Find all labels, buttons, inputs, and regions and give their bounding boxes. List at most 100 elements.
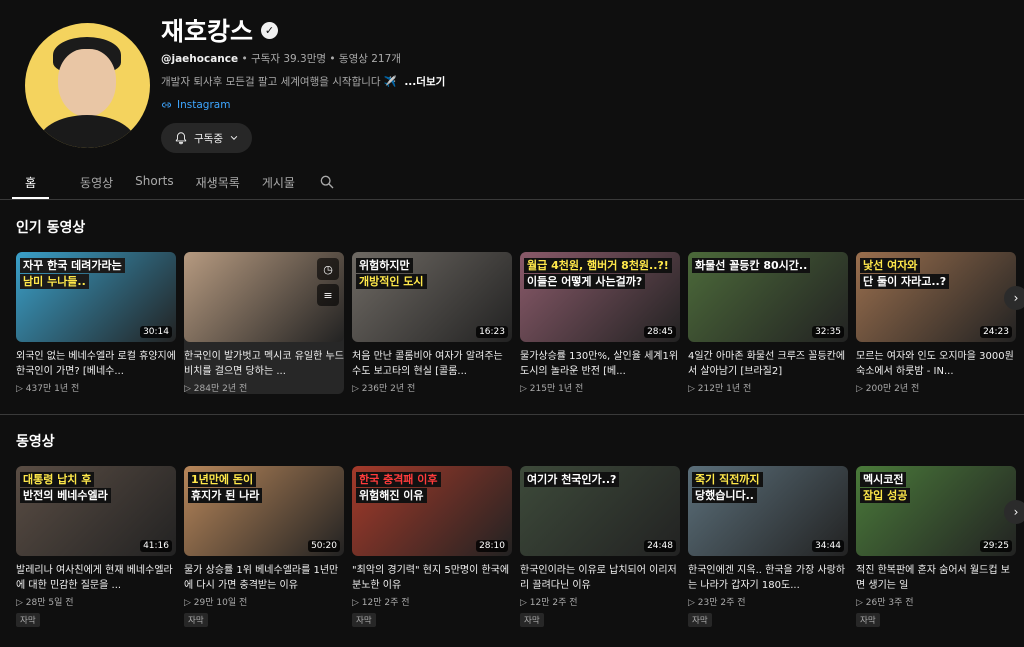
video-title[interactable]: 물가상승률 130만%, 살인율 세계1위 도시의 놀라운 반전 [베... <box>520 349 680 379</box>
duration-badge: 30:14 <box>140 326 172 338</box>
thumbnail-caption: 1년만에 돈이 <box>188 472 257 487</box>
video-meta: ▷ 12만 2주 전 <box>520 598 578 608</box>
video-card[interactable]: 자꾸 한국 데려가라는 남미 누나들.. 30:14 외국인 없는 베네수엘라 로컬 … <box>16 252 176 394</box>
avatar-shirt <box>37 115 137 148</box>
duration-badge: 50:20 <box>308 540 340 552</box>
meta-dot: • <box>329 53 339 65</box>
duration-badge: 41:16 <box>140 540 172 552</box>
add-to-queue-icon[interactable]: ≡ <box>317 284 339 306</box>
video-title[interactable]: 발레리나 여사친에게 현재 베네수엘라에 대한 민감한 질문을 ... <box>16 563 176 593</box>
channel-meta: @jaehocance • 구독자 39.3만명 • 동영상 217개 <box>161 51 401 66</box>
chevron-down-icon <box>230 135 238 140</box>
videos-section-title: 동영상 <box>16 434 55 450</box>
video-title[interactable]: 적진 한복판에 혼자 숨어서 월드컵 보면 생기는 일 <box>856 563 1016 593</box>
thumbnail-caption: 반전의 베네수엘라 <box>20 488 111 503</box>
instagram-link[interactable]: Instagram <box>161 99 230 111</box>
video-thumbnail[interactable]: ◷ ≡ <box>184 252 344 342</box>
description-text: 개발자 퇴사후 모든걸 팔고 세계여행을 시작합니다 ✈️ <box>161 76 397 88</box>
hover-actions: ◷ ≡ <box>317 258 339 306</box>
search-icon[interactable] <box>319 174 335 190</box>
channel-description[interactable]: 개발자 퇴사후 모든걸 팔고 세계여행을 시작합니다 ✈️ ...더보기 <box>161 74 445 89</box>
subscribe-button[interactable]: 구독중 <box>161 123 252 153</box>
watch-later-icon[interactable]: ◷ <box>317 258 339 280</box>
video-title[interactable]: 4일간 아마존 화물선 크루즈 꼴등칸에서 살아남기 [브라질2] <box>688 349 848 379</box>
thumbnail-caption: 위험하지만 <box>356 258 413 273</box>
thumbnail-caption: 여기가 천국인가..? <box>524 472 620 487</box>
video-count: 동영상 217개 <box>338 53 401 65</box>
channel-handle: @jaehocance <box>161 53 239 65</box>
video-card[interactable]: 위험하지만 개방적인 도시 16:23 처음 만난 콜롬비아 여자가 알려주는 수도 … <box>352 252 512 394</box>
video-card[interactable]: 대통령 납치 후 반전의 베네수엘라 41:16 발레리나 여사친에게 현재 베네수엘… <box>16 466 176 627</box>
video-title[interactable]: "최악의 경기력" 현지 5만명이 한국에 분노한 이유 <box>352 563 512 593</box>
subscriber-count: 구독자 39.3만명 <box>251 53 327 65</box>
video-thumbnail[interactable]: 죽기 직전까지 당했습니다.. 34:44 <box>688 466 848 556</box>
duration-badge: 24:23 <box>980 326 1012 338</box>
duration-badge: 29:25 <box>980 540 1012 552</box>
tabs-divider <box>0 199 1024 200</box>
caption-badge: 자막 <box>352 613 376 627</box>
video-thumbnail[interactable]: 화물선 꼴등칸 80시간.. 32:35 <box>688 252 848 342</box>
video-card[interactable]: 죽기 직전까지 당했습니다.. 34:44 한국인에겐 지옥.. 한국을 가장 사랑하… <box>688 466 848 627</box>
channel-avatar[interactable] <box>25 23 150 148</box>
section-divider <box>0 414 1024 415</box>
video-meta: ▷ 284만 2년 전 <box>184 384 248 394</box>
link-label: Instagram <box>177 99 231 111</box>
bell-icon <box>175 132 187 145</box>
video-meta: ▷ 215만 1년 전 <box>520 384 584 394</box>
video-meta: ▷ 23만 2주 전 <box>688 598 746 608</box>
video-meta: ▷ 236만 2년 전 <box>352 384 416 394</box>
caption-badge: 자막 <box>688 613 712 627</box>
tab-videos[interactable]: 동영상 <box>80 168 113 199</box>
duration-badge: 32:35 <box>812 326 844 338</box>
video-card[interactable]: 여기가 천국인가..? 24:48 한국인이라는 이유로 납치되어 이리저리 끌려다… <box>520 466 680 627</box>
popular-section-title: 인기 동영상 <box>16 220 86 236</box>
duration-badge: 34:44 <box>812 540 844 552</box>
caption-badge: 자막 <box>856 613 880 627</box>
thumbnail-caption: 한국 충격패 이후 <box>356 472 441 487</box>
more-link[interactable]: ...더보기 <box>404 76 445 88</box>
popular-video-row: 자꾸 한국 데려가라는 남미 누나들.. 30:14 외국인 없는 베네수엘라 로컬 … <box>16 252 1016 394</box>
video-title[interactable]: 처음 만난 콜롬비아 여자가 알려주는 수도 보고타의 현실 [콜롬... <box>352 349 512 379</box>
tab-posts[interactable]: 게시물 <box>262 168 295 199</box>
video-meta: ▷ 28만 5일 전 <box>16 598 74 608</box>
video-card[interactable]: 화물선 꼴등칸 80시간.. 32:35 4일간 아마존 화물선 크루즈 꼴등칸에서… <box>688 252 848 394</box>
video-thumbnail[interactable]: 자꾸 한국 데려가라는 남미 누나들.. 30:14 <box>16 252 176 342</box>
verified-icon: ✓ <box>261 21 279 39</box>
duration-badge: 16:23 <box>476 326 508 338</box>
video-title[interactable]: 한국인에겐 지옥.. 한국을 가장 사랑하는 나라가 갑자기 180도... <box>688 563 848 593</box>
tab-home[interactable]: 홈 <box>12 168 50 199</box>
chevron-right-icon[interactable]: › <box>1004 286 1024 310</box>
video-thumbnail[interactable]: 한국 충격패 이후 위험해진 이유 28:10 <box>352 466 512 556</box>
video-card[interactable]: 한국 충격패 이후 위험해진 이유 28:10 "최악의 경기력" 현지 5만명이 한… <box>352 466 512 627</box>
video-card[interactable]: 낯선 여자와 단 둘이 자라고..? 24:23 모르는 여자와 인도 오지마을 30… <box>856 252 1016 394</box>
tab-playlists[interactable]: 재생목록 <box>196 168 240 199</box>
video-card[interactable]: ◷ ≡ 한국인이 발가벗고 멕시코 유일한 누드비치를 걸으면 당하는 ... ▷ 2… <box>184 252 344 394</box>
video-meta: ▷ 29만 10일 전 <box>184 598 248 608</box>
video-thumbnail[interactable]: 월급 4천원, 햄버거 8천원..?! 이들은 어떻게 사는걸까? 28:45 <box>520 252 680 342</box>
chevron-right-icon[interactable]: › <box>1004 500 1024 524</box>
video-meta: ▷ 212만 1년 전 <box>688 384 752 394</box>
video-title[interactable]: 물가 상승률 1위 베네수엘라를 1년만에 다시 가면 충격받는 이유 <box>184 563 344 593</box>
video-thumbnail[interactable]: 여기가 천국인가..? 24:48 <box>520 466 680 556</box>
video-title[interactable]: 한국인이 발가벗고 멕시코 유일한 누드비치를 걸으면 당하는 ... <box>184 349 344 379</box>
tab-shorts[interactable]: Shorts <box>135 168 173 199</box>
avatar-face <box>58 49 116 117</box>
video-card[interactable]: 월급 4천원, 햄버거 8천원..?! 이들은 어떻게 사는걸까? 28:45 물가상… <box>520 252 680 394</box>
video-meta: ▷ 200만 2년 전 <box>856 384 920 394</box>
thumbnail-caption: 죽기 직전까지 <box>692 472 763 487</box>
video-thumbnail[interactable]: 낯선 여자와 단 둘이 자라고..? 24:23 <box>856 252 1016 342</box>
video-card[interactable]: 멕시코전 잠입 성공 29:25 적진 한복판에 혼자 숨어서 월드컵 보면 생기는 … <box>856 466 1016 627</box>
video-title[interactable]: 모르는 여자와 인도 오지마을 3000원 숙소에서 하룻밤 - IN... <box>856 349 1016 379</box>
video-meta: ▷ 26만 3주 전 <box>856 598 914 608</box>
video-title[interactable]: 한국인이라는 이유로 납치되어 이리저리 끌려다닌 이유 <box>520 563 680 593</box>
thumbnail-caption: 휴지가 된 나라 <box>188 488 263 503</box>
duration-badge: 28:45 <box>644 326 676 338</box>
video-thumbnail[interactable]: 대통령 납치 후 반전의 베네수엘라 41:16 <box>16 466 176 556</box>
video-thumbnail[interactable]: 멕시코전 잠입 성공 29:25 <box>856 466 1016 556</box>
video-row: 대통령 납치 후 반전의 베네수엘라 41:16 발레리나 여사친에게 현재 베네수엘… <box>16 466 1016 627</box>
duration-badge: 28:10 <box>476 540 508 552</box>
video-card[interactable]: 1년만에 돈이 휴지가 된 나라 50:20 물가 상승률 1위 베네수엘라를 1년만… <box>184 466 344 627</box>
video-thumbnail[interactable]: 1년만에 돈이 휴지가 된 나라 50:20 <box>184 466 344 556</box>
video-thumbnail[interactable]: 위험하지만 개방적인 도시 16:23 <box>352 252 512 342</box>
video-title[interactable]: 외국인 없는 베네수엘라 로컬 휴양지에 한국인이 가면? [베네수... <box>16 349 176 379</box>
